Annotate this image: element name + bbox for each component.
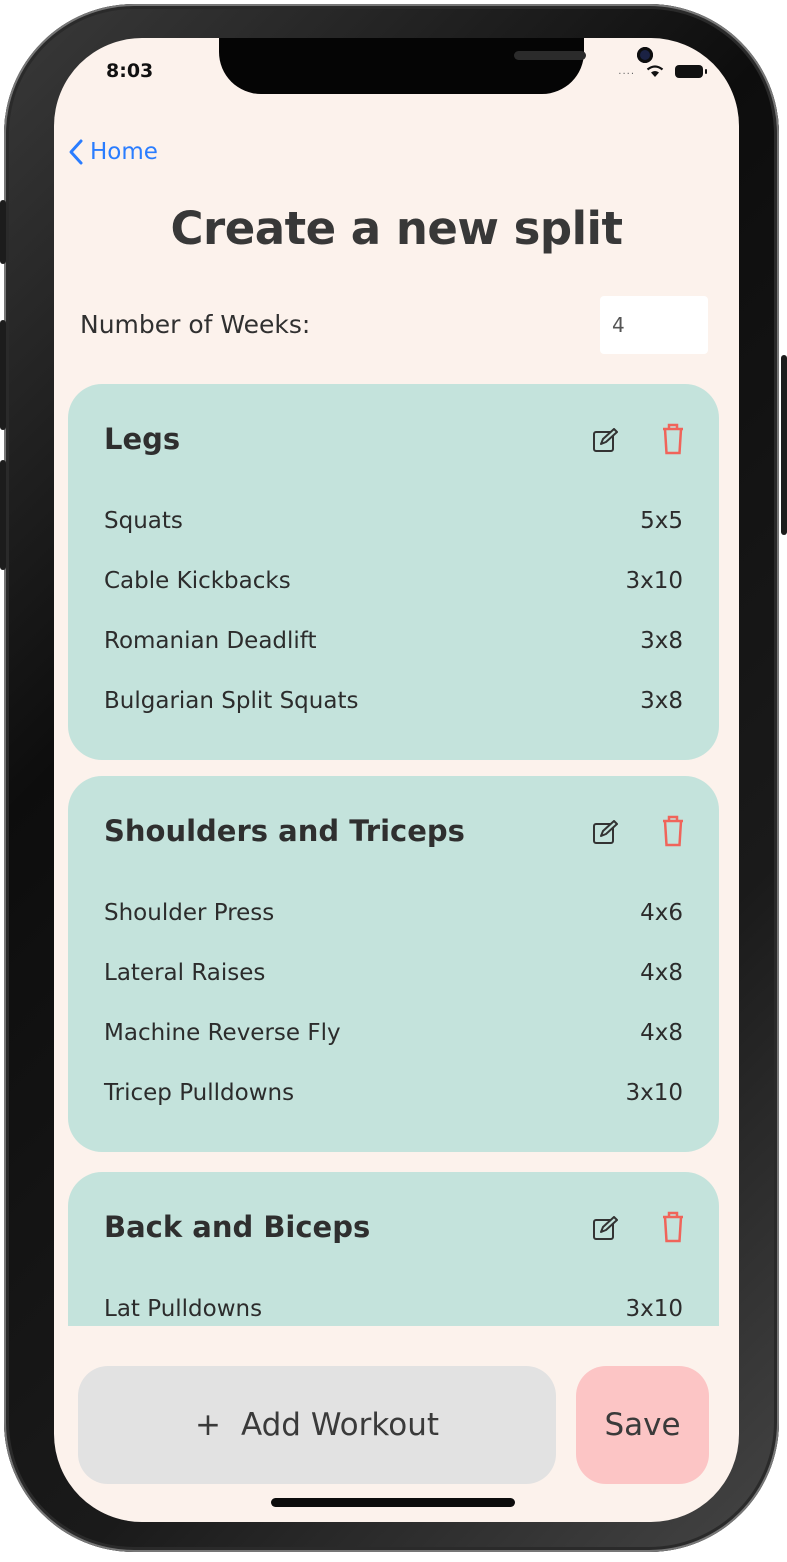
exercise-name: Shoulder Press (104, 900, 275, 926)
plus-icon: + (194, 1407, 221, 1443)
exercise-row: Lateral Raises 4x8 (104, 960, 683, 992)
weeks-input[interactable] (600, 296, 708, 354)
exercise-sets: 5x5 (640, 508, 683, 534)
notch (219, 38, 653, 94)
workout-card: Back and Biceps Lat Pulldowns 3x10 (68, 1172, 719, 1326)
exercise-name: Romanian Deadlift (104, 628, 317, 654)
save-button[interactable]: Save (576, 1366, 709, 1484)
exercise-sets: 4x6 (640, 900, 683, 926)
signal-icon: .... (618, 65, 635, 77)
status-time: 8:03 (106, 60, 154, 82)
exercise-sets: 4x8 (640, 1020, 683, 1046)
home-indicator (271, 1498, 515, 1507)
power-button (781, 355, 787, 535)
exercise-sets: 3x10 (625, 568, 683, 594)
trash-icon[interactable] (660, 1210, 686, 1244)
workout-title: Back and Biceps (104, 1210, 371, 1244)
chevron-left-icon (69, 139, 83, 165)
exercise-name: Cable Kickbacks (104, 568, 291, 594)
page-title: Create a new split (170, 202, 624, 255)
exercise-sets: 3x10 (625, 1080, 683, 1106)
exercise-row: Cable Kickbacks 3x10 (104, 568, 683, 600)
add-workout-button[interactable]: + Add Workout (78, 1366, 556, 1484)
exercise-row: Squats 5x5 (104, 508, 683, 540)
speaker-grille (514, 51, 586, 60)
edit-icon[interactable] (592, 428, 618, 454)
back-button[interactable]: Home (68, 138, 158, 166)
trash-icon[interactable] (660, 814, 686, 848)
app-screen: 8:03 .... Home Create a new split Number… (54, 38, 739, 1522)
volume-up-button (0, 320, 6, 430)
exercise-name: Lateral Raises (104, 960, 266, 986)
wifi-icon (646, 65, 664, 77)
exercise-row: Bulgarian Split Squats 3x8 (104, 688, 683, 720)
exercise-row: Romanian Deadlift 3x8 (104, 628, 683, 660)
exercise-name: Bulgarian Split Squats (104, 688, 359, 714)
exercise-name: Tricep Pulldowns (104, 1080, 295, 1106)
workout-list[interactable]: Legs Squats 5x5 Cable Kickbacks 3x10 Rom… (54, 384, 739, 1326)
workout-title: Legs (104, 422, 181, 456)
front-camera (637, 47, 653, 63)
exercise-name: Lat Pulldowns (104, 1296, 263, 1322)
exercise-sets: 3x10 (625, 1296, 683, 1322)
exercise-sets: 4x8 (640, 960, 683, 986)
workout-title: Shoulders and Triceps (104, 814, 465, 848)
exercise-row: Shoulder Press 4x6 (104, 900, 683, 932)
edit-icon[interactable] (592, 820, 618, 846)
workout-card: Shoulders and Triceps Shoulder Press 4x6… (68, 776, 719, 1152)
add-workout-label: Add Workout (240, 1407, 440, 1443)
exercise-row: Lat Pulldowns 3x10 (104, 1296, 683, 1326)
edit-icon[interactable] (592, 1216, 618, 1242)
exercise-row: Machine Reverse Fly 4x8 (104, 1020, 683, 1052)
back-label: Home (90, 139, 158, 165)
exercise-row: Tricep Pulldowns 3x10 (104, 1080, 683, 1112)
volume-down-button (0, 460, 6, 570)
exercise-name: Squats (104, 508, 183, 534)
workout-card: Legs Squats 5x5 Cable Kickbacks 3x10 Rom… (68, 384, 719, 760)
trash-icon[interactable] (660, 422, 686, 456)
status-icons: .... (618, 64, 707, 78)
exercise-sets: 3x8 (640, 688, 683, 714)
side-button (0, 200, 6, 264)
weeks-label: Number of Weeks: (80, 310, 311, 339)
exercise-sets: 3x8 (640, 628, 683, 654)
battery-icon (675, 64, 707, 78)
exercise-name: Machine Reverse Fly (104, 1020, 341, 1046)
